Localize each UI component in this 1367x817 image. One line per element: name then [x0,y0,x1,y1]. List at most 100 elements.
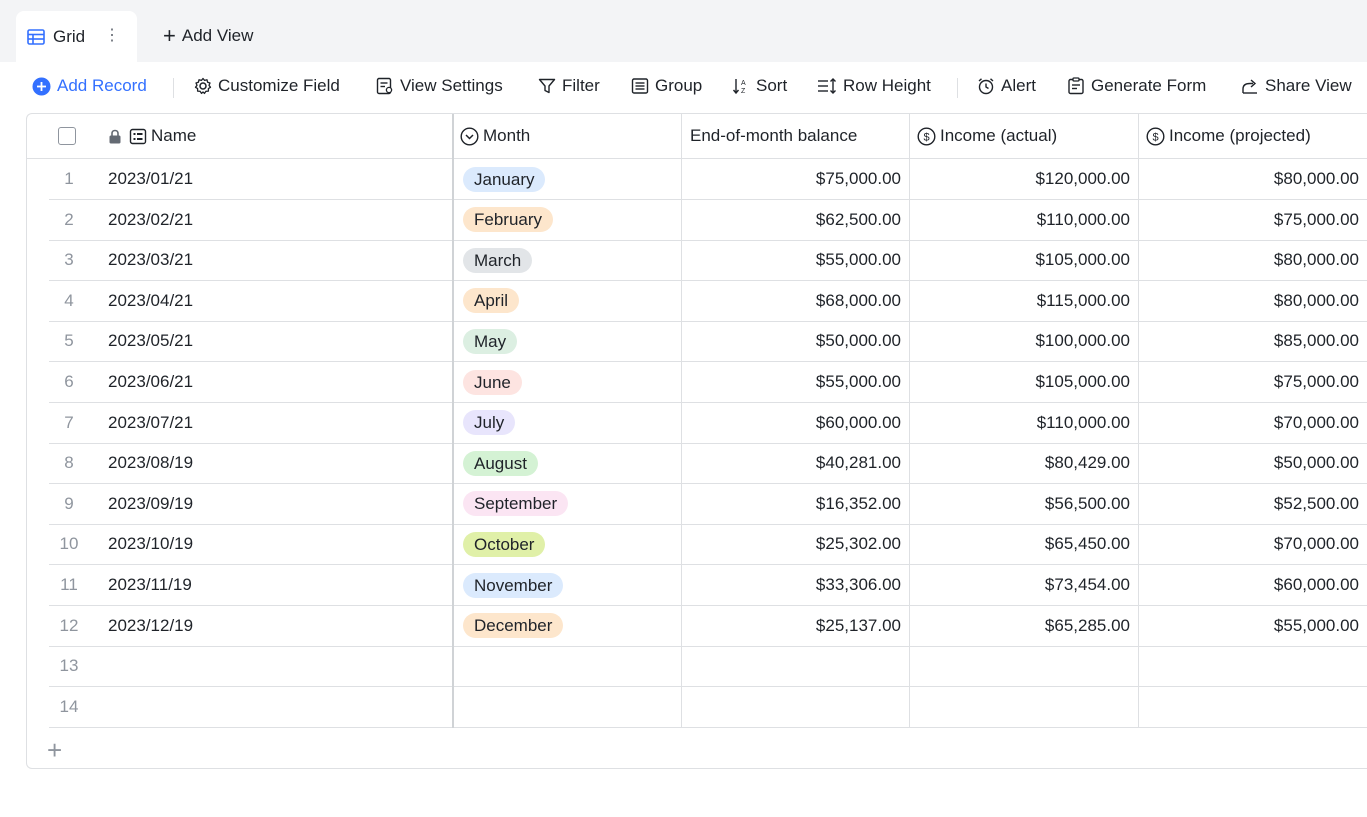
table-row[interactable]: 1 2023/01/21 January $75,000.00 $120,000.00 $… [49,159,1367,200]
cell-income-projected[interactable]: $80,000.00 [1140,159,1359,199]
table-row[interactable]: 6 2023/06/21 June $55,000.00 $105,000.00 $75,… [49,362,1367,403]
row-height-button[interactable]: Row Height [817,76,931,96]
tab-grid[interactable]: Grid ⋮ [16,11,137,62]
cell-name[interactable]: 2023/10/19 [108,524,193,564]
alert-button[interactable]: Alert [977,76,1036,96]
table-row[interactable]: 4 2023/04/21 April $68,000.00 $115,000.00 $80… [49,281,1367,322]
cell-balance[interactable] [683,687,901,727]
cell-name[interactable]: 2023/07/21 [108,403,193,443]
cell-income-projected[interactable]: $52,500.00 [1140,484,1359,524]
cell-income-projected[interactable] [1140,687,1359,727]
cell-income-projected[interactable]: $75,000.00 [1140,362,1359,402]
add-view-button[interactable]: + Add View [163,25,253,47]
cell-balance[interactable] [683,646,901,686]
cell-name[interactable]: 2023/03/21 [108,240,193,280]
cell-balance[interactable]: $62,500.00 [683,200,901,240]
cell-income-actual[interactable]: $56,500.00 [911,484,1130,524]
view-settings-button[interactable]: View Settings [376,76,503,96]
cell-income-actual[interactable]: $110,000.00 [911,200,1130,240]
cell-income-actual[interactable]: $65,450.00 [911,524,1130,564]
cell-income-actual[interactable]: $80,429.00 [911,443,1130,483]
table-row[interactable]: 3 2023/03/21 March $55,000.00 $105,000.00 $80… [49,240,1367,282]
cell-income-actual[interactable]: $110,000.00 [911,403,1130,443]
cell-month[interactable]: April [463,281,520,321]
cell-income-actual[interactable]: $100,000.00 [911,321,1130,361]
cell-month[interactable]: March [463,240,533,280]
cell-name[interactable]: 2023/01/21 [108,159,193,199]
cell-income-projected[interactable]: $70,000.00 [1140,403,1359,443]
more-options-icon[interactable]: ⋮ [104,25,120,45]
generate-form-button[interactable]: Generate Form [1067,76,1206,96]
cell-income-actual[interactable]: $105,000.00 [911,362,1130,402]
cell-name[interactable]: 2023/12/19 [108,606,193,646]
table-row[interactable]: 11 2023/11/19 November $33,306.00 $73,454.00… [49,565,1367,606]
cell-income-actual[interactable]: $73,454.00 [911,565,1130,605]
customize-field-button[interactable]: Customize Field [194,76,340,96]
table-row[interactable]: 9 2023/09/19 September $16,352.00 $56,500.00… [49,484,1367,525]
column-header-balance[interactable]: End-of-month balance [690,114,857,158]
cell-month[interactable]: June [463,362,522,402]
column-header-income-actual[interactable]: $ Income (actual) [917,114,1057,158]
table-row[interactable]: 2 2023/02/21 February $62,500.00 $110,000.00… [49,200,1367,241]
cell-income-projected[interactable]: $75,000.00 [1140,200,1359,240]
cell-balance[interactable]: $55,000.00 [683,362,901,402]
cell-income-projected[interactable]: $55,000.00 [1140,606,1359,646]
cell-income-actual[interactable]: $65,285.00 [911,606,1130,646]
cell-month[interactable]: August [463,443,538,483]
cell-income-projected[interactable]: $80,000.00 [1140,240,1359,280]
cell-balance[interactable]: $75,000.00 [683,159,901,199]
cell-balance[interactable]: $16,352.00 [683,484,901,524]
column-header-income-projected[interactable]: $ Income (projected) [1146,114,1311,158]
add-record-button[interactable]: Add Record [32,76,147,96]
cell-month[interactable]: May [463,321,518,361]
cell-income-actual[interactable] [911,646,1130,686]
cell-income-projected[interactable]: $60,000.00 [1140,565,1359,605]
cell-income-actual[interactable]: $115,000.00 [911,281,1130,321]
cell-month[interactable]: November [463,565,564,605]
cell-name[interactable]: 2023/05/21 [108,321,193,361]
cell-income-projected[interactable]: $70,000.00 [1140,524,1359,564]
cell-income-projected[interactable]: $80,000.00 [1140,281,1359,321]
filter-button[interactable]: Filter [538,76,600,96]
group-button[interactable]: Group [631,76,702,96]
cell-income-actual[interactable] [911,687,1130,727]
cell-balance[interactable]: $68,000.00 [683,281,901,321]
select-all-checkbox[interactable] [58,127,76,145]
table-row[interactable]: 13 [49,646,1367,688]
cell-balance[interactable]: $25,137.00 [683,606,901,646]
cell-month[interactable]: December [463,606,564,646]
sort-button[interactable]: A Z Sort [732,76,787,96]
cell-name[interactable]: 2023/11/19 [108,565,192,605]
cell-balance[interactable]: $40,281.00 [683,443,901,483]
table-row[interactable]: 14 [49,687,1367,728]
cell-month[interactable]: October [463,524,546,564]
cell-income-projected[interactable]: $50,000.00 [1140,443,1359,483]
cell-income-projected[interactable]: $85,000.00 [1140,321,1359,361]
cell-balance[interactable]: $50,000.00 [683,321,901,361]
table-row[interactable]: 12 2023/12/19 December $25,137.00 $65,285.00… [49,606,1367,647]
cell-name[interactable]: 2023/06/21 [108,362,193,402]
cell-balance[interactable]: $60,000.00 [683,403,901,443]
cell-income-actual[interactable]: $105,000.00 [911,240,1130,280]
cell-month[interactable]: September [463,484,569,524]
cell-balance[interactable]: $25,302.00 [683,524,901,564]
cell-balance[interactable]: $55,000.00 [683,240,901,280]
share-view-button[interactable]: Share View [1241,76,1352,96]
cell-name[interactable]: 2023/04/21 [108,281,193,321]
table-row[interactable]: 7 2023/07/21 July $60,000.00 $110,000.00 $70,… [49,403,1367,444]
column-header-month[interactable]: Month [460,114,530,158]
table-row[interactable]: 8 2023/08/19 August $40,281.00 $80,429.00 $50… [49,443,1367,485]
table-row[interactable]: 10 2023/10/19 October $25,302.00 $65,450.00 $… [49,524,1367,566]
cell-month[interactable]: January [463,159,546,199]
add-row-button[interactable]: + [47,737,62,763]
cell-balance[interactable]: $33,306.00 [683,565,901,605]
cell-month[interactable]: July [463,403,516,443]
cell-income-actual[interactable]: $120,000.00 [911,159,1130,199]
column-header-name[interactable]: Name [108,114,196,158]
table-row[interactable]: 5 2023/05/21 May $50,000.00 $100,000.00 $85,0… [49,321,1367,363]
cell-month[interactable]: February [463,200,554,240]
cell-name[interactable]: 2023/08/19 [108,443,193,483]
cell-income-projected[interactable] [1140,646,1359,686]
cell-name[interactable]: 2023/09/19 [108,484,193,524]
cell-name[interactable]: 2023/02/21 [108,200,193,240]
